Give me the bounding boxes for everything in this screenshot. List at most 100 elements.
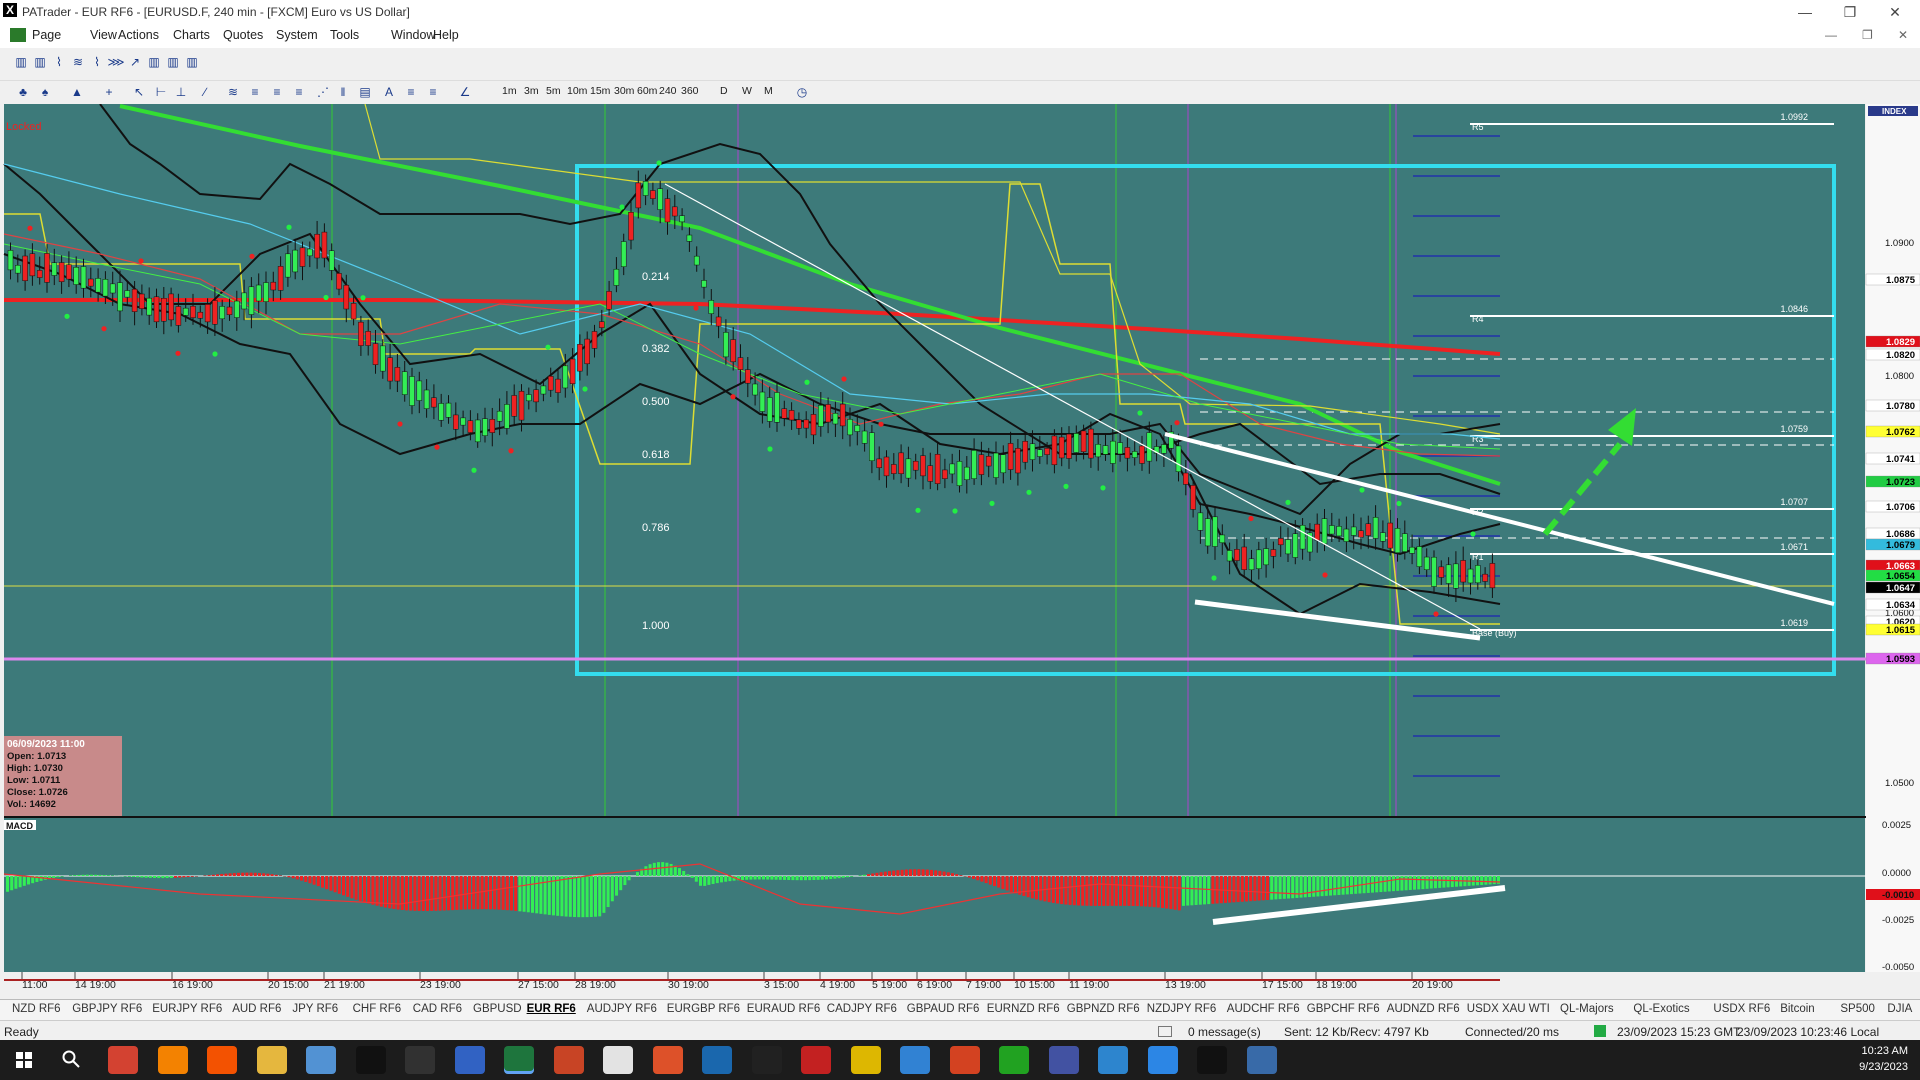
symbol-tab[interactable]: AUDJPY RF6 (587, 1003, 657, 1015)
timeframe-60m[interactable]: 60m (637, 85, 657, 97)
symbol-tab[interactable]: CADJPY RF6 (827, 1003, 897, 1015)
symbol-tab[interactable]: GBPCHF RF6 (1307, 1003, 1380, 1015)
chart-type-icon-3[interactable]: ⌇ (50, 54, 68, 70)
grid-icon[interactable]: ▲ (68, 84, 86, 100)
minimize-icon[interactable]: — (1785, 2, 1825, 22)
trendline-icon[interactable]: ∕ (196, 84, 214, 100)
timeframe-360[interactable]: 360 (681, 85, 699, 97)
powerpoint-icon[interactable] (603, 1046, 633, 1074)
pointer-icon[interactable]: ↖ (130, 84, 148, 100)
chart-type-icon-6[interactable]: ⋙ (107, 54, 125, 70)
files-icon[interactable] (256, 1046, 287, 1074)
maximize-icon[interactable]: ❐ (1830, 2, 1870, 22)
child-restore-icon[interactable]: ❐ (1862, 28, 1873, 42)
brave-icon[interactable] (207, 1046, 237, 1074)
fib-fan-icon[interactable]: ≡ (268, 84, 286, 100)
symbol-tab[interactable]: GBPUSD (473, 1003, 522, 1015)
chart-type-icon-10[interactable]: ▥ (183, 54, 201, 70)
menu-actions[interactable]: Actions (118, 28, 159, 42)
zoom-out-icon[interactable]: ♠ (36, 84, 54, 100)
symbol-tab[interactable]: GBPAUD RF6 (907, 1003, 980, 1015)
windows-start-icon[interactable] (16, 1052, 32, 1068)
paper-icon[interactable] (355, 1046, 386, 1074)
chart-type-icon-4[interactable]: ≋ (69, 54, 87, 70)
chart-type-icon-7[interactable]: ↗ (126, 54, 144, 70)
symbol-tab[interactable]: EURAUD RF6 (747, 1003, 820, 1015)
excel-icon[interactable] (553, 1046, 584, 1074)
menu-charts[interactable]: Charts (173, 28, 210, 42)
channel-icon[interactable]: ≋ (224, 84, 242, 100)
photos-icon[interactable] (1246, 1046, 1277, 1074)
timeframe-10m[interactable]: 10m (567, 85, 587, 97)
timeframe-240[interactable]: 240 (659, 85, 677, 97)
symbol-tab[interactable]: AUDCHF RF6 (1227, 1003, 1300, 1015)
rectangle-icon[interactable]: ▤ (356, 84, 374, 100)
recorder-icon[interactable] (1197, 1046, 1227, 1074)
symbol-tab[interactable]: AUDNZD RF6 (1387, 1003, 1460, 1015)
menu-help[interactable]: Help (433, 28, 459, 42)
symbol-tab[interactable]: QL-Exotics (1633, 1003, 1689, 1015)
outlook-icon[interactable] (157, 1046, 188, 1074)
menu-system[interactable]: System (276, 28, 318, 42)
symbol-tab[interactable]: JPY RF6 (292, 1003, 338, 1015)
page-icon[interactable] (10, 28, 26, 42)
close-icon[interactable]: ✕ (1875, 2, 1915, 22)
symbol-tab[interactable]: SP500 (1840, 1003, 1875, 1015)
fib-icon[interactable]: ≡ (246, 84, 264, 100)
snagit-editor-icon[interactable] (751, 1046, 782, 1074)
camtasia-recorder-icon[interactable] (999, 1046, 1029, 1074)
symbol-tab[interactable]: CHF RF6 (353, 1003, 402, 1015)
sticky-icon[interactable] (850, 1046, 881, 1074)
menu-tools[interactable]: Tools (330, 28, 359, 42)
child-close-icon[interactable]: ✕ (1898, 28, 1908, 42)
clock-icon[interactable]: ◷ (793, 84, 811, 100)
text-icon[interactable]: A (380, 84, 398, 100)
taskbar-clock[interactable]: 10:23 AM 9/23/2023 (1859, 1043, 1908, 1075)
notes-icon[interactable] (900, 1046, 930, 1074)
timeframe-3m[interactable]: 3m (524, 85, 539, 97)
symbol-tab[interactable]: QL-Majors (1560, 1003, 1614, 1015)
gann-icon[interactable]: ⋰ (314, 84, 332, 100)
bars-icon[interactable]: ‖ (334, 84, 352, 100)
chart-type-icon-9[interactable]: ▥ (164, 54, 182, 70)
symbol-tab[interactable]: USDX XAU WTI (1467, 1003, 1550, 1015)
chart-type-icon-2[interactable]: ▥ (31, 54, 49, 70)
timeframe-1m[interactable]: 1m (502, 85, 517, 97)
zoom-in-icon[interactable]: ♣ (14, 84, 32, 100)
timeframe-30m[interactable]: 30m (614, 85, 634, 97)
symbol-tab[interactable]: USDX RF6 (1713, 1003, 1770, 1015)
symbol-tab[interactable]: Bitcoin (1780, 1003, 1815, 1015)
symbol-tab[interactable]: DJIA (1887, 1003, 1912, 1015)
patrader-icon[interactable] (405, 1046, 435, 1074)
search-icon[interactable] (62, 1050, 80, 1068)
symbol-tab[interactable]: AUD RF6 (232, 1003, 281, 1015)
menu-view[interactable]: View (90, 28, 117, 42)
symbol-tab[interactable]: EURJPY RF6 (152, 1003, 222, 1015)
word-icon[interactable] (504, 1046, 534, 1074)
symbol-tab[interactable]: EURNZD RF6 (987, 1003, 1060, 1015)
levels-icon[interactable]: ≡ (402, 84, 420, 100)
folder-icon[interactable] (306, 1046, 336, 1074)
telegram-icon[interactable] (1098, 1046, 1128, 1074)
chart-type-icon-5[interactable]: ⌇ (88, 54, 106, 70)
timeframe-5m[interactable]: 5m (546, 85, 561, 97)
menu-page[interactable]: Page (32, 28, 61, 42)
timeframe-M[interactable]: M (764, 85, 773, 97)
chart-type-icon-8[interactable]: ▥ (145, 54, 163, 70)
chart-type-icon-1[interactable]: ▥ (12, 54, 30, 70)
timeframe-W[interactable]: W (742, 85, 752, 97)
child-minimize-icon[interactable]: — (1825, 28, 1837, 42)
snagit-icon[interactable] (702, 1046, 732, 1074)
hline-icon[interactable]: ⊢ (152, 84, 170, 100)
camtasia-icon[interactable] (949, 1046, 980, 1074)
symbol-tab[interactable]: NZDJPY RF6 (1147, 1003, 1216, 1015)
crosshair-icon[interactable]: + (100, 84, 118, 100)
chrome-icon[interactable] (108, 1046, 138, 1074)
symbol-tab[interactable]: EURGBP RF6 (667, 1003, 740, 1015)
vline-icon[interactable]: ⊥ (172, 84, 190, 100)
symbol-tab[interactable]: NZD RF6 (12, 1003, 61, 1015)
symbol-tab[interactable]: GBPJPY RF6 (72, 1003, 142, 1015)
menu-window[interactable]: Window (391, 28, 435, 42)
symbol-tab[interactable]: EUR RF6 (527, 1003, 576, 1015)
symbol-tab[interactable]: GBPNZD RF6 (1067, 1003, 1140, 1015)
